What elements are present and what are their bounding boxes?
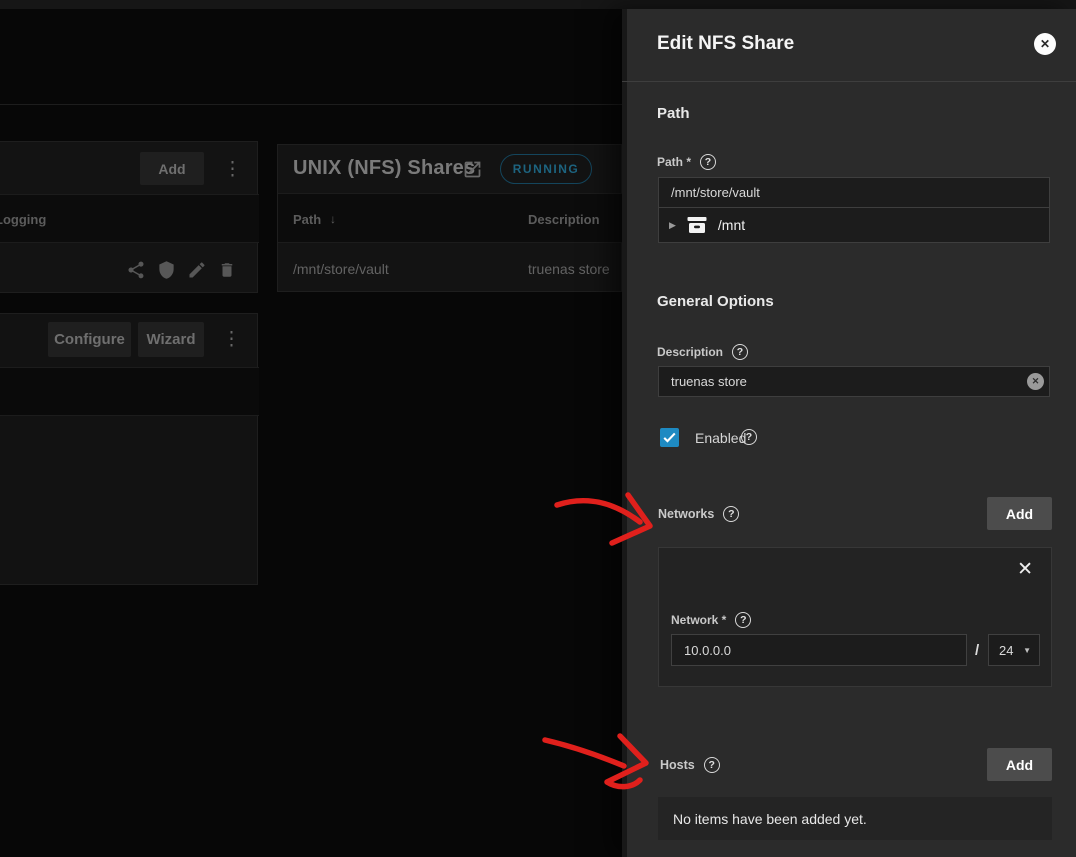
screen: Add ⋮ Logging Configure Wizard ⋮ UNIX (N…: [0, 0, 1076, 857]
config-table-row: [0, 367, 259, 416]
column-header-path[interactable]: Path: [293, 212, 321, 227]
kebab-menu-icon[interactable]: ⋮: [222, 330, 241, 349]
help-icon[interactable]: ?: [704, 757, 720, 773]
remove-network-icon[interactable]: ✕: [1017, 560, 1033, 579]
column-header-logging: Logging: [0, 212, 46, 227]
prefix-value: 24: [999, 643, 1013, 658]
description-field-label: Description ?: [657, 344, 748, 360]
open-in-new-icon[interactable]: [462, 159, 483, 180]
close-icon: ✕: [1040, 37, 1050, 51]
kebab-menu-icon[interactable]: ⋮: [223, 160, 242, 179]
clear-description-button[interactable]: ✕: [1027, 373, 1044, 390]
networks-label: Networks ?: [658, 506, 739, 522]
nfs-card-title: UNIX (NFS) Shares: [293, 157, 475, 180]
network-field-label: Network * ?: [671, 612, 751, 628]
path-input[interactable]: [658, 177, 1050, 208]
add-share-button[interactable]: Add: [140, 152, 204, 185]
help-icon[interactable]: ?: [700, 154, 716, 170]
wizard-button[interactable]: Wizard: [138, 322, 204, 357]
expand-caret-icon[interactable]: ▶: [669, 220, 676, 231]
help-icon[interactable]: ?: [741, 429, 757, 445]
path-section-heading: Path: [657, 105, 690, 122]
tree-node-label: /mnt: [718, 217, 745, 233]
description-input[interactable]: [658, 366, 1050, 397]
network-input[interactable]: [671, 634, 967, 666]
nfs-table-header-row: Path ↓ Description: [278, 193, 623, 243]
shares-card: Add ⋮ Logging: [0, 141, 258, 293]
share-icon[interactable]: [126, 260, 146, 280]
prefix-length-select[interactable]: 24 ▼: [988, 634, 1040, 666]
add-host-button[interactable]: Add: [987, 748, 1052, 781]
clear-icon: ✕: [1032, 376, 1040, 387]
checkmark-icon: [663, 432, 676, 443]
help-icon[interactable]: ?: [723, 506, 739, 522]
delete-trash-icon[interactable]: [218, 260, 236, 280]
networks-label-text: Networks: [658, 507, 714, 521]
edit-nfs-share-panel: Edit NFS Share ✕ Path Path * ? ▶ /mnt Ge…: [622, 9, 1076, 857]
description-label-text: Description: [657, 345, 723, 359]
network-label-text: Network *: [671, 613, 726, 627]
help-icon[interactable]: ?: [735, 612, 751, 628]
chevron-down-icon: ▼: [1023, 646, 1031, 655]
sort-descending-icon[interactable]: ↓: [330, 212, 336, 226]
general-options-heading: General Options: [657, 293, 774, 310]
shield-acl-icon[interactable]: [157, 260, 176, 280]
top-strip: [0, 0, 1076, 9]
close-panel-button[interactable]: ✕: [1034, 33, 1056, 55]
hosts-label: Hosts ?: [660, 757, 720, 773]
filetree-node-mnt[interactable]: ▶ /mnt: [658, 208, 1050, 243]
dataset-icon: [686, 215, 708, 235]
enabled-checkbox[interactable]: [660, 428, 679, 447]
hosts-empty-message: No items have been added yet.: [658, 797, 1052, 840]
panel-title: Edit NFS Share: [657, 33, 794, 55]
hosts-label-text: Hosts: [660, 758, 695, 772]
cidr-separator: /: [975, 642, 979, 659]
network-entry-card: ✕ Network * ? / 24 ▼: [658, 547, 1052, 687]
nfs-shares-card: UNIX (NFS) Shares RUNNING Path ↓ Descrip…: [277, 144, 622, 292]
path-field-label: Path * ?: [657, 154, 716, 170]
edit-pencil-icon[interactable]: [187, 260, 207, 280]
running-status-badge[interactable]: RUNNING: [500, 154, 592, 184]
path-label-text: Path *: [657, 155, 691, 169]
toolbar-divider: [0, 104, 622, 105]
panel-edge: [622, 9, 627, 857]
enabled-label: Enabled: [695, 430, 746, 446]
help-icon[interactable]: ?: [732, 344, 748, 360]
config-card: Configure Wizard ⋮: [0, 313, 258, 585]
shares-table-header-row: Logging: [0, 194, 259, 243]
panel-header-divider: [622, 81, 1076, 82]
configure-button[interactable]: Configure: [48, 322, 131, 357]
cell-path: /mnt/store/vault: [293, 261, 389, 277]
cell-description: truenas store: [528, 261, 610, 277]
add-network-button[interactable]: Add: [987, 497, 1052, 530]
row-actions: [126, 260, 236, 280]
column-header-description[interactable]: Description: [528, 212, 600, 227]
